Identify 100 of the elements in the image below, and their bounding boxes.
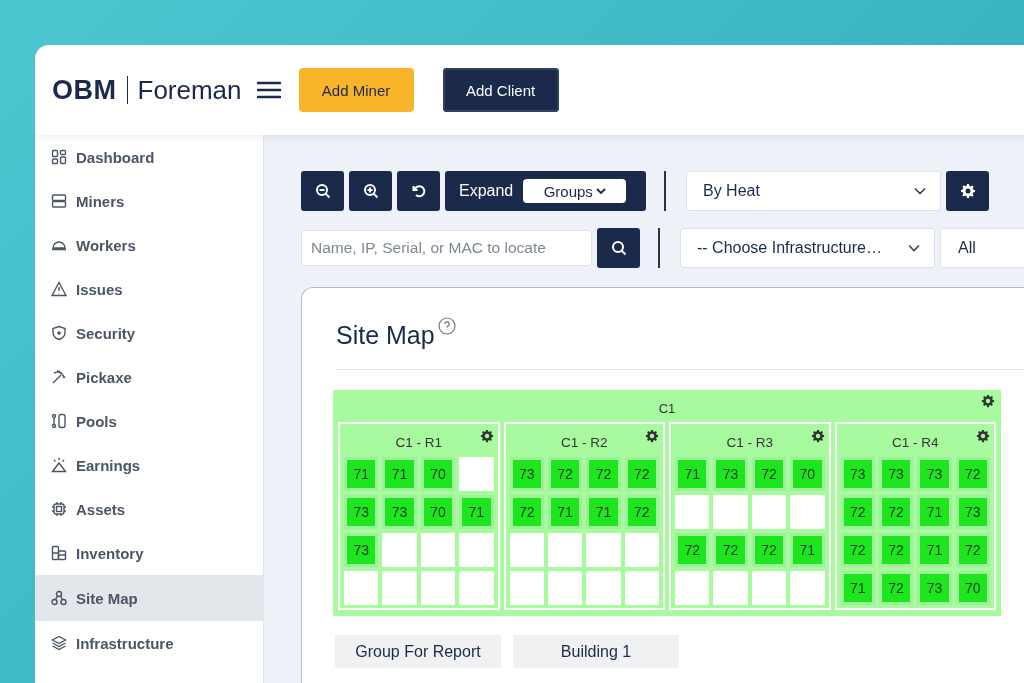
miner-cell[interactable]: 72 (509, 495, 544, 529)
header-button[interactable]: Add Miner (298, 68, 414, 112)
miner-cell[interactable]: 73 (509, 457, 544, 491)
miner-cell[interactable]: 71 (675, 457, 710, 491)
empty-slot[interactable] (624, 533, 659, 567)
miner-cell[interactable]: 71 (917, 495, 952, 529)
filter-select[interactable]: All (940, 228, 1024, 268)
miner-cell[interactable]: 72 (713, 533, 748, 567)
miner-cell[interactable]: 70 (420, 495, 456, 529)
miner-cell[interactable]: 72 (878, 533, 914, 567)
zoom-out-button[interactable] (301, 171, 344, 211)
miner-cell[interactable]: 70 (790, 457, 825, 491)
miner-cell[interactable]: 71 (344, 457, 379, 491)
groups-dropdown[interactable]: Groups (523, 179, 627, 203)
empty-slot[interactable] (790, 571, 825, 605)
empty-slot[interactable] (790, 495, 825, 529)
view-select[interactable]: By Heat (686, 171, 941, 211)
miner-cell[interactable]: 72 (955, 457, 990, 491)
empty-slot[interactable] (420, 533, 456, 567)
help-icon[interactable] (437, 317, 456, 335)
empty-slot[interactable] (459, 533, 494, 567)
miner-cell[interactable]: 72 (878, 571, 914, 605)
empty-slot[interactable] (344, 571, 379, 605)
miner-cell[interactable]: 72 (586, 457, 621, 491)
miner-cell[interactable]: 73 (344, 533, 379, 567)
miner-cell[interactable]: 70 (420, 457, 456, 491)
miner-cell[interactable]: 72 (840, 495, 875, 529)
settings-icon[interactable] (976, 429, 990, 443)
miner-cell[interactable]: 73 (955, 495, 990, 529)
empty-slot[interactable] (509, 571, 544, 605)
miner-cell[interactable]: 73 (878, 457, 914, 491)
reset-button[interactable] (397, 171, 440, 211)
empty-slot[interactable] (713, 571, 748, 605)
sidebar-item[interactable]: Miners (35, 179, 263, 223)
empty-slot[interactable] (509, 533, 544, 567)
search-field[interactable]: Name, IP, Serial, or MAC to locate (301, 230, 592, 266)
empty-slot[interactable] (382, 533, 417, 567)
miner-cell[interactable]: 71 (382, 457, 417, 491)
miner-cell[interactable]: 72 (878, 495, 914, 529)
settings-icon[interactable] (479, 429, 494, 443)
sidebar-item[interactable]: Inventory (35, 531, 263, 575)
empty-slot[interactable] (547, 571, 583, 605)
chevron-icon (908, 244, 920, 252)
sidebar-item[interactable]: Assets (35, 487, 263, 531)
sidebar-item[interactable]: Workers (35, 223, 263, 267)
miner-cell[interactable]: 71 (547, 495, 583, 529)
miner-cell[interactable]: 71 (840, 571, 875, 605)
sidebar-item[interactable]: Pools (35, 399, 263, 443)
empty-slot[interactable] (624, 571, 659, 605)
sidebar-item[interactable]: Site Map (35, 575, 263, 621)
miner-cell[interactable]: 71 (917, 533, 952, 567)
miner-cell[interactable]: 70 (955, 571, 990, 605)
miner-cell[interactable]: 73 (917, 457, 952, 491)
miner-cell[interactable]: 73 (382, 495, 417, 529)
settings-icon[interactable] (645, 429, 659, 443)
miner-cell[interactable]: 72 (955, 533, 990, 567)
miner-cell[interactable]: 73 (344, 495, 379, 529)
empty-slot[interactable] (420, 571, 456, 605)
empty-slot[interactable] (751, 571, 787, 605)
miner-cell[interactable]: 71 (586, 495, 621, 529)
empty-slot[interactable] (459, 457, 494, 491)
group-tag[interactable]: Building 1 (513, 635, 679, 668)
miner-cell[interactable]: 72 (675, 533, 710, 567)
miner-cell[interactable]: 72 (547, 457, 583, 491)
zoom-in-button[interactable] (349, 171, 392, 211)
settings-icon[interactable] (810, 429, 825, 443)
inventory-icon (51, 545, 67, 561)
empty-slot[interactable] (459, 571, 494, 605)
miner-cell[interactable]: 72 (751, 457, 787, 491)
empty-slot[interactable] (675, 571, 710, 605)
sidebar-item[interactable]: Earnings (35, 443, 263, 487)
empty-slot[interactable] (675, 495, 710, 529)
infrastructure-select[interactable]: -- Choose Infrastructure… (680, 228, 935, 268)
empty-slot[interactable] (547, 533, 583, 567)
menu-icon[interactable] (256, 80, 281, 100)
sidebar-item[interactable]: Infrastructure (35, 621, 263, 665)
settings-button[interactable] (946, 171, 989, 211)
miner-cell[interactable]: 73 (713, 457, 748, 491)
group-tag[interactable]: Group For Report (335, 635, 501, 668)
empty-slot[interactable] (751, 495, 787, 529)
empty-slot[interactable] (586, 533, 621, 567)
empty-slot[interactable] (713, 495, 748, 529)
sidebar-item[interactable]: Security (35, 311, 263, 355)
miner-cell[interactable]: 72 (624, 495, 659, 529)
miner-cell[interactable]: 73 (840, 457, 875, 491)
sidebar-item[interactable]: Issues (35, 267, 263, 311)
search-button[interactable] (597, 228, 640, 268)
miner-cell[interactable]: 72 (624, 457, 659, 491)
empty-slot[interactable] (382, 571, 417, 605)
miner-cell[interactable]: 71 (790, 533, 825, 567)
miner-cell[interactable]: 72 (840, 533, 875, 567)
settings-icon[interactable] (981, 394, 995, 408)
grid-icon (51, 149, 67, 165)
header-button[interactable]: Add Client (442, 68, 559, 112)
miner-cell[interactable]: 71 (459, 495, 494, 529)
sidebar-item[interactable]: Pickaxe (35, 355, 263, 399)
empty-slot[interactable] (586, 571, 621, 605)
miner-cell[interactable]: 72 (751, 533, 787, 567)
sidebar-item[interactable]: Dashboard (35, 135, 263, 179)
miner-cell[interactable]: 73 (917, 571, 952, 605)
